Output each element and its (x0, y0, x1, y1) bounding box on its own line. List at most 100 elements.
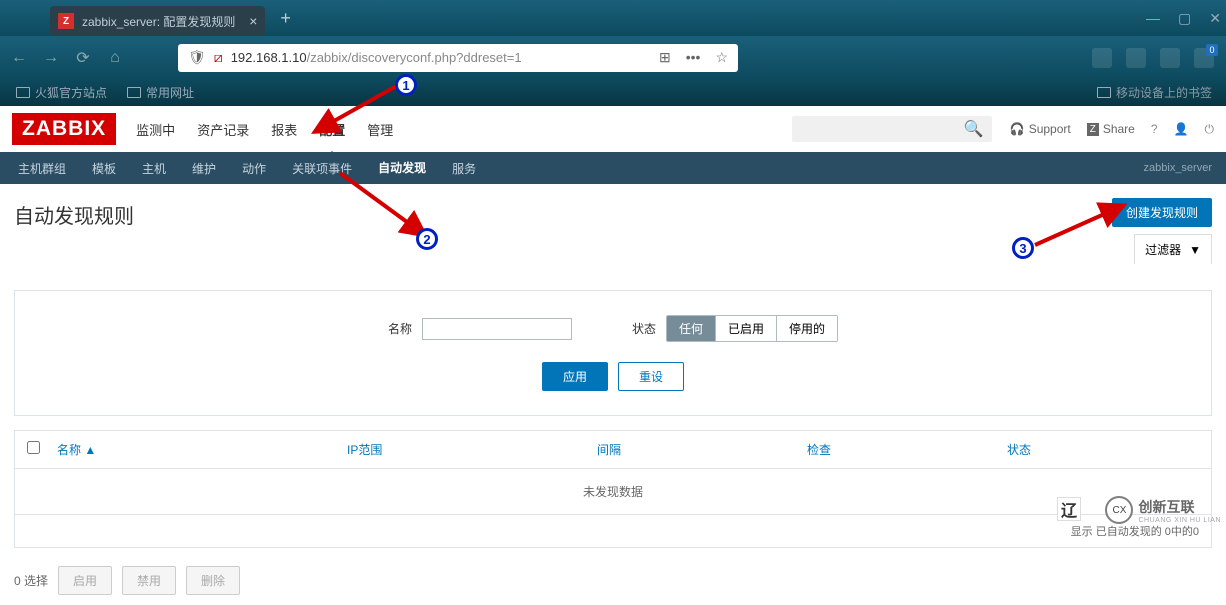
shield-icon[interactable]: 🛡 (188, 49, 206, 66)
bulk-disable-button[interactable]: 禁用 (122, 566, 176, 595)
name-field-group: 名称 (388, 318, 572, 340)
selected-count: 0 选择 (14, 572, 48, 589)
page-content: 自动发现规则 创建发现规则 过滤器 ▼ 名称 状态 任何 已启用 停用的 应用 … (0, 184, 1226, 605)
zabbix-subnav: 主机群组 模板 主机 维护 动作 关联项事件 自动发现 服务 zabbix_se… (0, 152, 1226, 184)
topmenu-inventory[interactable]: 资产记录 (197, 108, 249, 151)
topmenu-configuration[interactable]: 配置 (319, 108, 345, 151)
sidebar-icon[interactable] (1160, 48, 1180, 68)
table-empty: 未发现数据 (15, 469, 1211, 514)
subnav-discovery[interactable]: 自动发现 (374, 151, 430, 186)
apply-button[interactable]: 应用 (542, 362, 608, 391)
filter-icon: ▼ (1189, 243, 1201, 257)
status-enabled[interactable]: 已启用 (716, 316, 777, 341)
close-tab-icon[interactable]: × (249, 13, 257, 29)
topmenu-reports[interactable]: 报表 (271, 108, 297, 151)
search-icon: 🔍 (964, 119, 984, 139)
reset-button[interactable]: 重设 (618, 362, 684, 391)
subnav-correlation[interactable]: 关联项事件 (288, 152, 356, 185)
blocked-icon[interactable]: ⧄ (214, 49, 223, 66)
select-all-checkbox[interactable] (27, 441, 40, 454)
status-label: 状态 (632, 320, 656, 337)
table-footer: 显示 已自动发现的 0中的0 (15, 514, 1211, 547)
discovery-table: 名称 ▲ IP范围 间隔 检查 状态 未发现数据 显示 已自动发现的 0中的0 (14, 430, 1212, 548)
col-ip: IP范围 (347, 441, 597, 458)
subnav-services[interactable]: 服务 (448, 152, 480, 185)
reload-icon[interactable]: ⟳ (74, 48, 92, 68)
forward-icon[interactable]: → (42, 49, 60, 67)
browser-titlebar: Z zabbix_server: 配置发现规则 × + — ▢ ✕ (0, 0, 1226, 36)
watermark-brand: 创新互联 (1138, 499, 1194, 515)
minimize-icon[interactable]: — (1146, 10, 1160, 27)
share-z-icon: Z (1087, 123, 1099, 136)
reader-icon[interactable]: ⊞ (659, 49, 671, 66)
share-link[interactable]: Z Share (1087, 122, 1135, 136)
name-input[interactable] (422, 318, 572, 340)
status-disabled[interactable]: 停用的 (777, 316, 837, 341)
help-icon[interactable]: ? (1151, 122, 1158, 136)
support-link[interactable]: 🎧 Support (1010, 122, 1071, 136)
home-icon[interactable]: ⌂ (106, 49, 124, 67)
bulk-enable-button[interactable]: 启用 (58, 566, 112, 595)
page-title: 自动发现规则 (14, 194, 1212, 235)
ext1-icon[interactable] (1092, 48, 1112, 68)
browser-tab[interactable]: Z zabbix_server: 配置发现规则 × (50, 6, 265, 36)
top-links: 🎧 Support Z Share ? 👤 ⏻ (1010, 122, 1214, 137)
folder-icon (127, 87, 141, 98)
topmenu-administration[interactable]: 管理 (367, 108, 393, 151)
back-icon[interactable]: ← (10, 49, 28, 67)
tab-title: zabbix_server: 配置发现规则 (82, 13, 235, 30)
maximize-icon[interactable]: ▢ (1178, 10, 1191, 27)
server-name: zabbix_server (1144, 162, 1212, 174)
watermark-logo-icon: CX (1105, 496, 1133, 524)
filter-tab[interactable]: 过滤器 ▼ (1134, 234, 1212, 264)
url-host: 192.168.1.10 (231, 50, 307, 65)
bulk-delete-button[interactable]: 删除 (186, 566, 240, 595)
col-check: 检查 (807, 441, 1007, 458)
url-text: 192.168.1.10/zabbix/discoveryconf.php?dd… (231, 50, 651, 65)
bookmark-label: 火狐官方站点 (35, 84, 107, 101)
topmenu-monitoring[interactable]: 监测中 (136, 108, 175, 151)
library-icon[interactable] (1194, 48, 1214, 68)
zabbix-logo[interactable]: ZABBIX (12, 113, 116, 145)
annotation-marker-3: 3 (1012, 237, 1034, 259)
power-icon[interactable]: ⏻ (1205, 122, 1215, 137)
filter-panel: 名称 状态 任何 已启用 停用的 应用 重设 (14, 290, 1212, 416)
filter-tab-label: 过滤器 (1145, 241, 1181, 258)
subnav-templates[interactable]: 模板 (88, 152, 120, 185)
top-menu: 监测中 资产记录 报表 配置 管理 (136, 108, 393, 151)
bookmark-bar: 火狐官方站点 常用网址 移动设备上的书签 (0, 79, 1226, 106)
bookmark-star-icon[interactable]: ☆ (715, 49, 728, 66)
close-window-icon[interactable]: ✕ (1209, 10, 1221, 27)
bookmark-item[interactable]: 火狐官方站点 (16, 84, 107, 101)
url-bar[interactable]: 🛡 ⧄ 192.168.1.10/zabbix/discoveryconf.ph… (178, 44, 738, 72)
subnav-actions[interactable]: 动作 (238, 152, 270, 185)
ext2-icon[interactable] (1126, 48, 1146, 68)
share-label: Share (1103, 122, 1135, 136)
annotation-marker-2: 2 (416, 228, 438, 250)
user-icon[interactable]: 👤 (1174, 122, 1189, 136)
url-path: /zabbix/discoveryconf.php?ddreset=1 (307, 50, 522, 65)
status-any[interactable]: 任何 (667, 316, 716, 341)
support-label: Support (1029, 122, 1071, 136)
bookmark-item[interactable]: 常用网址 (127, 84, 194, 101)
create-rule-button[interactable]: 创建发现规则 (1112, 198, 1212, 227)
watermark-small-icon: 辽 (1057, 497, 1081, 521)
search-input[interactable]: 🔍 (792, 116, 992, 142)
mobile-bookmarks[interactable]: 移动设备上的书签 (1097, 84, 1212, 101)
more-icon[interactable]: ••• (686, 49, 701, 66)
status-button-group: 任何 已启用 停用的 (666, 315, 838, 342)
col-name[interactable]: 名称 ▲ (57, 441, 347, 458)
subnav-hostgroups[interactable]: 主机群组 (14, 152, 70, 185)
col-status: 状态 (1007, 441, 1199, 458)
table-header: 名称 ▲ IP范围 间隔 检查 状态 (15, 431, 1211, 469)
zabbix-topnav: ZABBIX 监测中 资产记录 报表 配置 管理 🔍 🎧 Support Z S… (0, 106, 1226, 152)
new-tab-button[interactable]: + (280, 8, 291, 29)
watermark: CX 创新互联 CHUANG XIN HU LIAN (1105, 496, 1221, 524)
annotation-marker-1: 1 (395, 74, 417, 96)
name-label: 名称 (388, 320, 412, 337)
bulk-action-bar: 0 选择 启用 禁用 删除 (14, 566, 1212, 595)
headset-icon: 🎧 (1010, 122, 1025, 136)
subnav-maintenance[interactable]: 维护 (188, 152, 220, 185)
folder-icon (1097, 87, 1111, 98)
subnav-hosts[interactable]: 主机 (138, 152, 170, 185)
